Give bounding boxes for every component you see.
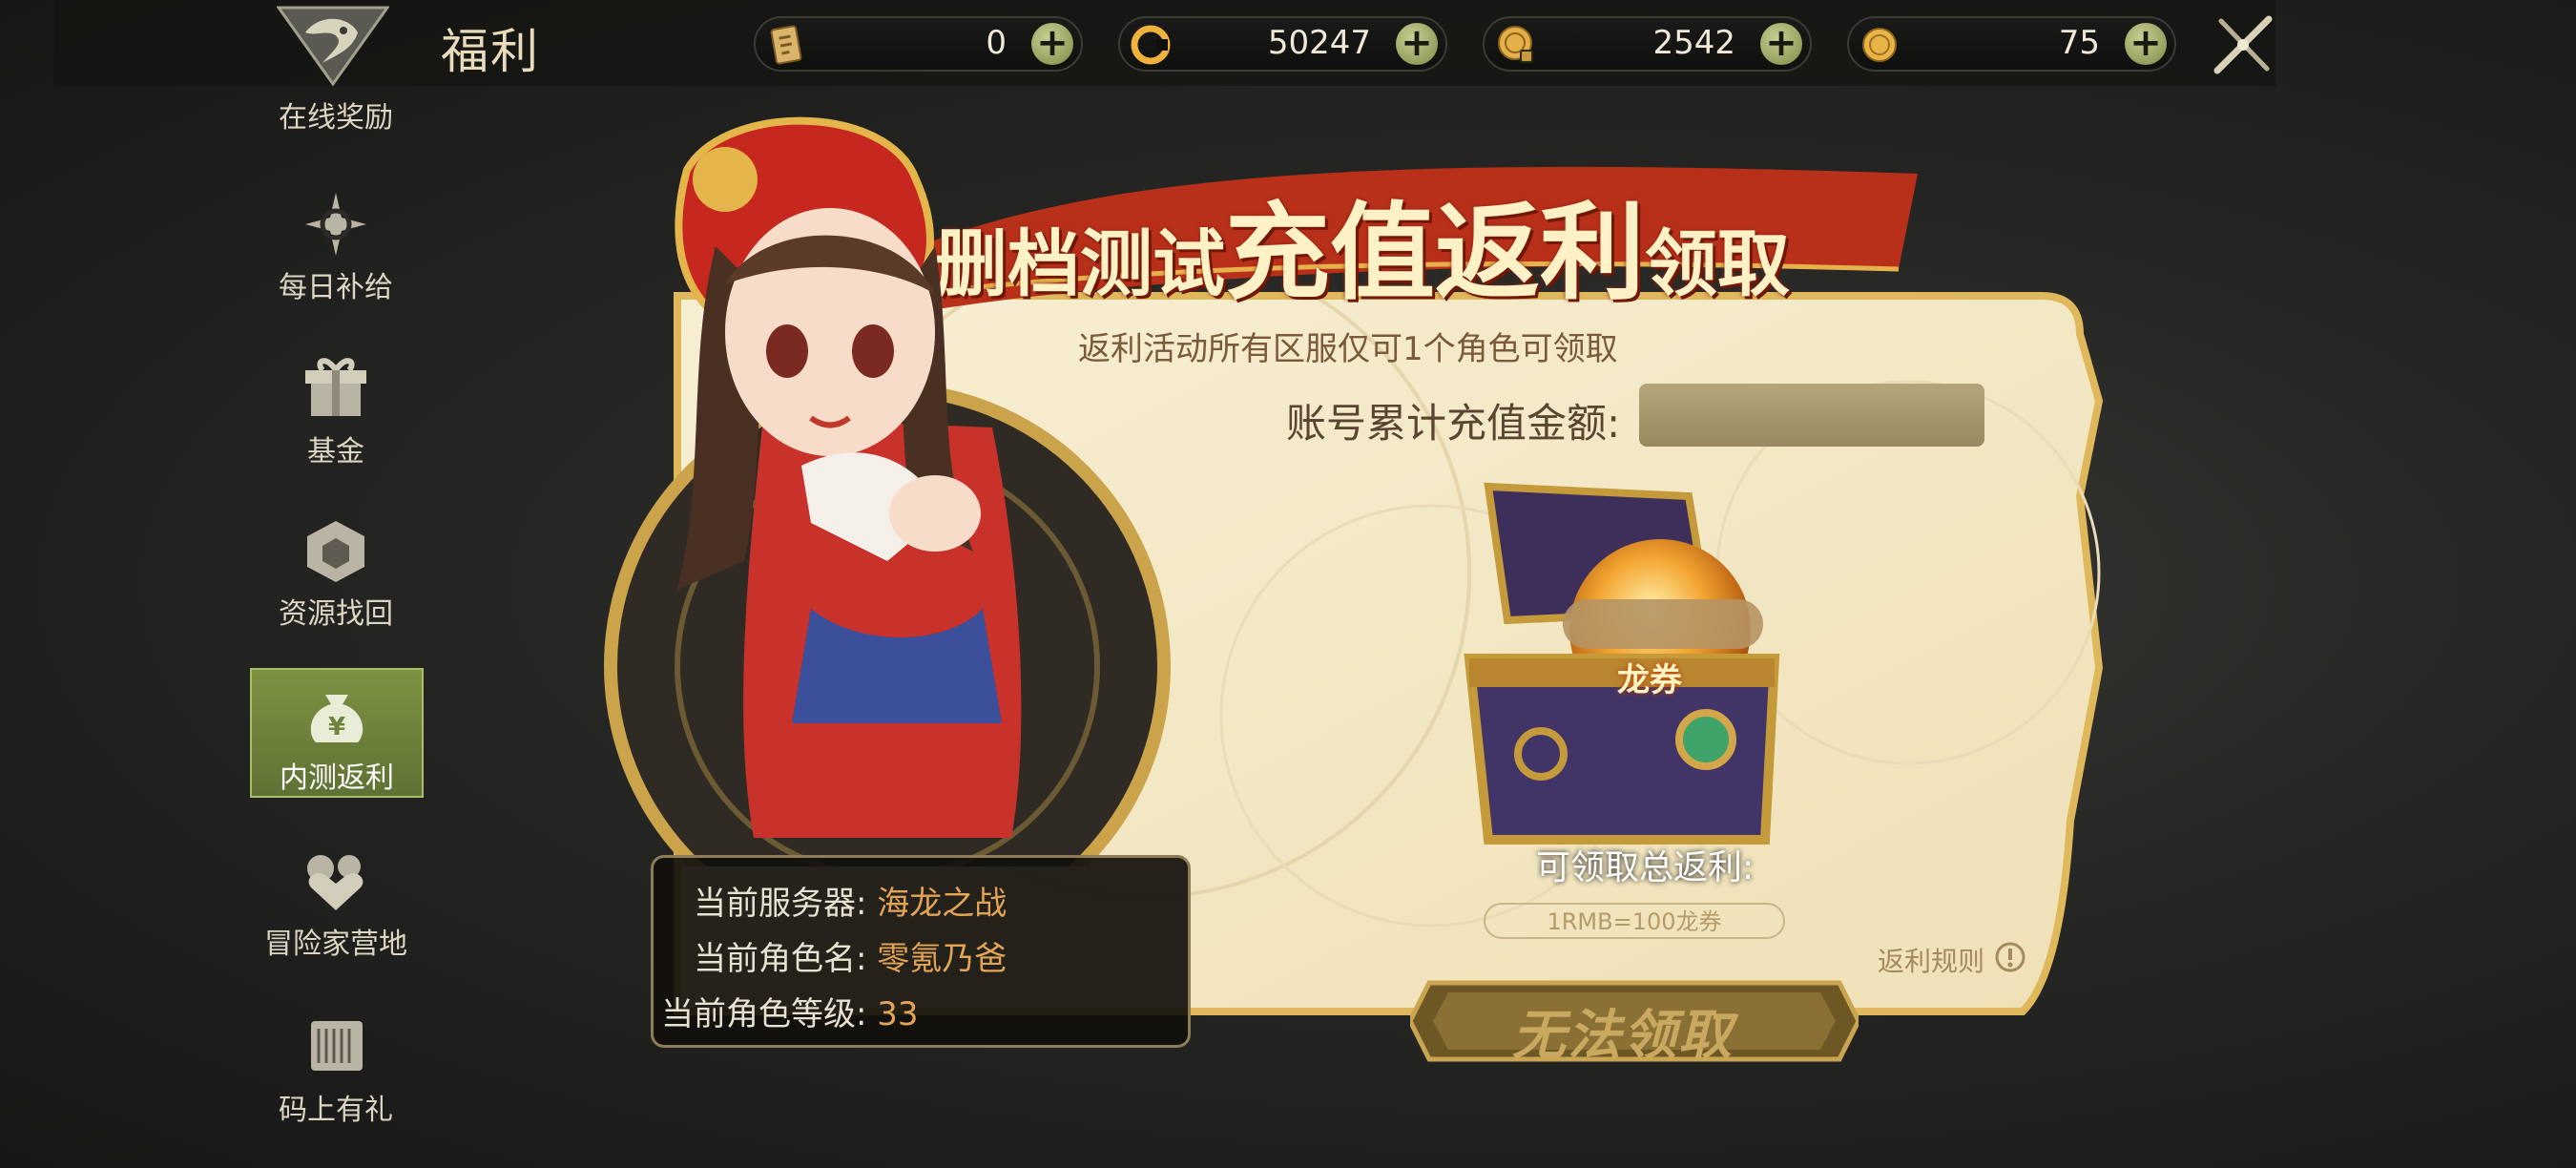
sidebar-item-label: 在线奖励 xyxy=(279,101,393,135)
account-total-value xyxy=(1639,384,1984,447)
role-label: 当前角色名: xyxy=(694,940,867,978)
gift-box-icon xyxy=(305,358,366,416)
sidebar-item-label: 基金 xyxy=(307,435,364,469)
sidebar-item-resource-recovery[interactable]: 资源找回 xyxy=(250,517,422,651)
card-ticket-icon xyxy=(770,25,802,65)
c-coin-icon xyxy=(1131,25,1171,65)
event-title-part: 充值返利 xyxy=(1225,191,1645,314)
currency-locked-gold: 2542 + xyxy=(1483,16,1812,72)
currency-value: 0 xyxy=(986,24,1007,62)
add-currency-button[interactable]: + xyxy=(2125,23,2167,65)
player-info-box: 当前服务器: 海龙之战 当前角色名: 零氪乃爸 当前角色等级: 33 xyxy=(651,855,1191,1048)
level-value: 33 xyxy=(877,995,919,1033)
sidebar-item-label: 资源找回 xyxy=(279,597,393,631)
currency-value: 2542 xyxy=(1652,24,1735,62)
server-label: 当前服务器: xyxy=(694,885,867,923)
currency-c-coin: 50247 + xyxy=(1118,16,1447,72)
currency-value: 75 xyxy=(2058,24,2100,62)
character-illustration xyxy=(604,116,1171,866)
server-row: 当前服务器: 海龙之战 xyxy=(694,877,1007,924)
recycle-cube-icon xyxy=(307,521,364,582)
level-row: 当前角色等级: 33 xyxy=(661,988,919,1034)
close-icon[interactable] xyxy=(2210,11,2276,78)
sidebar-item-beta-rebate[interactable]: ¥ 内测返利 xyxy=(250,668,424,798)
sidebar-item-online-reward[interactable]: 在线奖励 xyxy=(250,88,422,145)
currency-value: 50247 xyxy=(1267,24,1371,62)
add-currency-button[interactable]: + xyxy=(1760,23,1802,65)
rebate-rules-link[interactable]: 返利规则 xyxy=(1878,941,1984,979)
sidebar-item-label: 冒险家营地 xyxy=(264,928,407,961)
currency-cards: 0 + xyxy=(754,16,1083,72)
sidebar-item-adventurer-camp[interactable]: 冒险家营地 xyxy=(250,847,422,981)
sidebar-item-daily-supply[interactable]: 每日补给 xyxy=(250,191,422,324)
page-title: 福利 xyxy=(441,24,540,79)
sidebar-item-label: 内测返利 xyxy=(280,761,394,795)
add-currency-button[interactable]: + xyxy=(1031,23,1073,65)
level-label: 当前角色等级: xyxy=(661,995,867,1033)
sidebar-item-label: 码上有礼 xyxy=(279,1094,393,1127)
role-value: 零氪乃爸 xyxy=(877,940,1008,978)
svg-text:¥: ¥ xyxy=(328,713,345,741)
locked-gold-coin-icon xyxy=(1498,26,1533,63)
account-total-label: 账号累计充值金额: xyxy=(1286,400,1621,447)
exclamation-icon[interactable] xyxy=(1994,941,2026,973)
claim-button-label[interactable]: 无法领取 xyxy=(1512,992,1734,1070)
total-rebate-label: 可领取总返利: xyxy=(1536,848,1755,887)
currency-gold-coin: 75 + xyxy=(1847,16,2176,72)
add-currency-button[interactable]: + xyxy=(1396,23,1438,65)
sidebar-item-fund[interactable]: 基金 xyxy=(250,355,422,489)
dragon-emblem-icon xyxy=(277,6,389,86)
event-title-part: 领取 xyxy=(1645,221,1790,306)
money-bag-icon: ¥ xyxy=(310,695,364,742)
sidebar-item-gift-code[interactable]: 码上有礼 xyxy=(250,1013,422,1147)
gift-code-icon xyxy=(311,1021,363,1071)
compass-c-icon xyxy=(305,193,366,256)
gold-coin-icon xyxy=(1862,28,1897,62)
voucher-label: 龙券 xyxy=(1617,661,1682,699)
camp-heart-icon xyxy=(307,855,364,910)
role-row: 当前角色名: 零氪乃爸 xyxy=(694,932,1007,979)
exchange-rate: 1RMB=100龙券 xyxy=(1484,903,1785,939)
sidebar-item-label: 每日补给 xyxy=(279,271,393,304)
server-value: 海龙之战 xyxy=(877,885,1008,923)
